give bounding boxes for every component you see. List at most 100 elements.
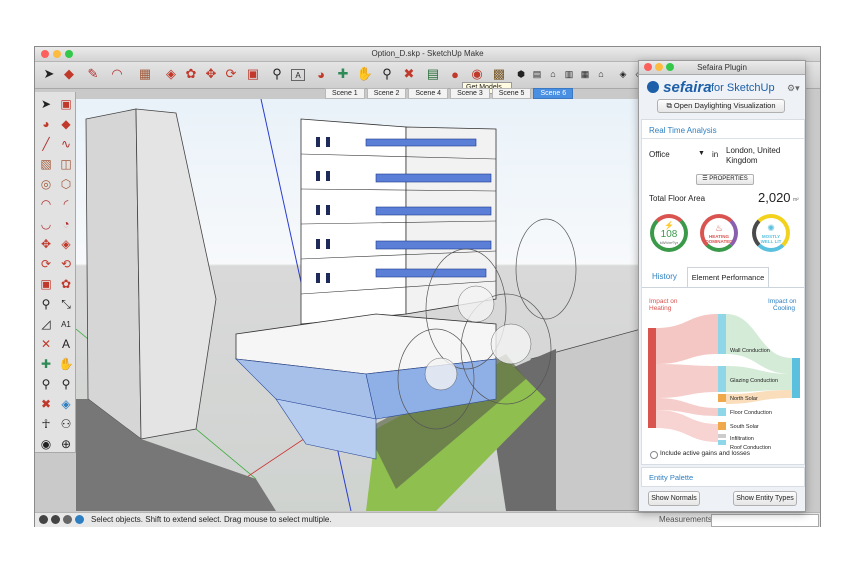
roof-conduction-node <box>718 440 726 445</box>
rectangle-tool-icon[interactable]: ▦ <box>137 66 153 82</box>
daylight-gauge[interactable]: ✺ MOSTLY WELL LIT <box>752 214 790 252</box>
paint-icon[interactable]: ◕ <box>38 116 54 132</box>
location-line-2[interactable]: Kingdom <box>726 156 758 165</box>
tab-scene-5[interactable]: Scene 5 <box>491 88 532 99</box>
credits-icon[interactable] <box>51 515 60 524</box>
top-view-icon[interactable]: ▤ <box>529 66 545 82</box>
zoom-tool-icon[interactable]: ⚲ <box>379 66 395 82</box>
pencil-tool-icon[interactable]: ✎ <box>85 66 101 82</box>
move-tool-icon[interactable]: ✥ <box>203 66 219 82</box>
right-view-icon[interactable]: ▥ <box>561 66 577 82</box>
warehouse-icon[interactable]: ▤ <box>425 66 441 82</box>
tab-scene-3[interactable]: Scene 3 <box>450 88 490 99</box>
freehand-icon[interactable]: ∿ <box>58 136 74 152</box>
iso-view-icon[interactable]: ⬢ <box>513 66 529 82</box>
line-icon[interactable]: ╱ <box>38 136 54 152</box>
help-icon[interactable] <box>75 515 84 524</box>
scale-tool-icon[interactable]: ▣ <box>245 66 261 82</box>
push-pull-icon[interactable]: ◈ <box>58 236 74 252</box>
tab-element-performance[interactable]: Element Performance <box>687 267 769 287</box>
orbit-icon[interactable]: ✚ <box>38 356 54 372</box>
eui-gauge[interactable]: ⚡ 108 kWh/m²/yr <box>650 214 688 252</box>
measurements-input[interactable] <box>711 514 819 527</box>
open-daylighting-button[interactable]: ⧉ Open Daylighting Visualization <box>657 99 785 113</box>
select-icon[interactable]: ➤ <box>38 96 54 112</box>
zoom-extents-tool-icon[interactable]: ✖ <box>38 396 54 412</box>
pan-icon[interactable]: ✋ <box>58 356 74 372</box>
paint-bucket-icon[interactable]: ◕ <box>313 66 329 82</box>
two-point-arc-icon[interactable]: ◜ <box>58 196 74 212</box>
text-icon[interactable]: A1 <box>58 316 74 332</box>
tab-scene-2[interactable]: Scene 2 <box>366 88 407 99</box>
tape-measure-icon[interactable]: ⚲ <box>269 66 285 82</box>
show-entity-types-button[interactable]: Show Entity Types <box>733 491 797 506</box>
plugin-minimize-button[interactable] <box>655 63 663 71</box>
tab-scene-6[interactable]: Scene 6 <box>533 88 574 99</box>
walk-icon[interactable]: ⚇ <box>58 416 74 432</box>
close-window-button[interactable] <box>41 50 49 58</box>
flow-label-south-solar: South Solar <box>730 424 759 430</box>
rotate-icon[interactable]: ⟳ <box>38 256 54 272</box>
three-point-arc-icon[interactable]: ◡ <box>38 216 54 232</box>
left-view-icon[interactable]: ⌂ <box>593 66 609 82</box>
properties-button[interactable]: ☰ PROPERTIES <box>696 174 754 185</box>
include-gains-checkbox[interactable] <box>650 451 658 459</box>
eraser-icon[interactable]: ◆ <box>58 116 74 132</box>
tab-scene-4[interactable]: Scene 4 <box>408 88 449 99</box>
rotated-rectangle-icon[interactable]: ◫ <box>58 156 74 172</box>
scale-icon[interactable]: ▣ <box>38 276 54 292</box>
plugin-zoom-button[interactable] <box>666 63 674 71</box>
arc-icon[interactable]: ◠ <box>38 196 54 212</box>
user-icon[interactable] <box>63 515 72 524</box>
tab-scene-1[interactable]: Scene 1 <box>325 88 365 99</box>
offset-tool-icon[interactable]: ✿ <box>183 66 199 82</box>
push-pull-tool-icon[interactable]: ◈ <box>163 66 179 82</box>
xray-style-icon[interactable]: ◈ <box>615 66 631 82</box>
share-model-icon[interactable]: ● <box>447 66 463 82</box>
zoom-window-icon[interactable]: ⚲ <box>58 376 74 392</box>
rectangle-icon[interactable]: ▧ <box>38 156 54 172</box>
polygon-icon[interactable]: ⬡ <box>58 176 74 192</box>
dimension-icon[interactable]: ⤡ <box>58 296 74 312</box>
offset-icon[interactable]: ✿ <box>58 276 74 292</box>
minimize-window-button[interactable] <box>53 50 61 58</box>
zoom-icon[interactable]: ⚲ <box>38 376 54 392</box>
make-component-icon[interactable]: ▣ <box>58 96 74 112</box>
section-plane-icon[interactable]: ⊕ <box>58 436 74 452</box>
building-type-dropdown-icon[interactable]: ▼ <box>698 150 705 157</box>
axes-icon[interactable]: ✕ <box>38 336 54 352</box>
protractor-icon[interactable]: ◿ <box>38 316 54 332</box>
rotate-tool-icon[interactable]: ⟳ <box>223 66 239 82</box>
building-type-select[interactable]: Office <box>649 150 670 159</box>
extension-warehouse-icon[interactable]: ▩ <box>491 66 507 82</box>
settings-gear-icon[interactable]: ⚙▾ <box>787 83 800 94</box>
orbit-tool-icon[interactable]: ✚ <box>335 66 351 82</box>
eraser-tool-icon[interactable]: ◆ <box>61 66 77 82</box>
pan-tool-icon[interactable]: ✋ <box>357 66 373 82</box>
get-models-icon[interactable]: ◉ <box>469 66 485 82</box>
follow-me-icon[interactable]: ⟲ <box>58 256 74 272</box>
location-line-1[interactable]: London, United <box>726 146 780 155</box>
position-camera-icon[interactable]: ☥ <box>38 416 54 432</box>
previous-view-icon[interactable]: ◈ <box>58 396 74 412</box>
select-tool-icon[interactable]: ➤ <box>41 66 57 82</box>
pie-icon[interactable]: ◔ <box>58 216 74 232</box>
geo-location-icon[interactable] <box>39 515 48 524</box>
move-icon[interactable]: ✥ <box>38 236 54 252</box>
entity-palette-title[interactable]: Entity Palette <box>649 473 693 482</box>
tab-history[interactable]: History <box>652 272 677 281</box>
look-around-icon[interactable]: ◉ <box>38 436 54 452</box>
show-normals-button[interactable]: Show Normals <box>648 491 700 506</box>
front-view-icon[interactable]: ⌂ <box>545 66 561 82</box>
text-tool-icon[interactable]: A <box>291 69 305 81</box>
tape-measure-tool-icon[interactable]: ⚲ <box>38 296 54 312</box>
heating-gauge[interactable]: ♨ HEATING DOMINATED <box>700 214 738 252</box>
arc-tool-icon[interactable]: ◠ <box>109 66 125 82</box>
zoom-extents-icon[interactable]: ✖ <box>401 66 417 82</box>
back-view-icon[interactable]: ▦ <box>577 66 593 82</box>
zoom-window-button[interactable] <box>65 50 73 58</box>
model-viewport[interactable] <box>76 99 641 511</box>
plugin-close-button[interactable] <box>644 63 652 71</box>
3d-text-icon[interactable]: A <box>58 336 74 352</box>
circle-icon[interactable]: ◎ <box>38 176 54 192</box>
